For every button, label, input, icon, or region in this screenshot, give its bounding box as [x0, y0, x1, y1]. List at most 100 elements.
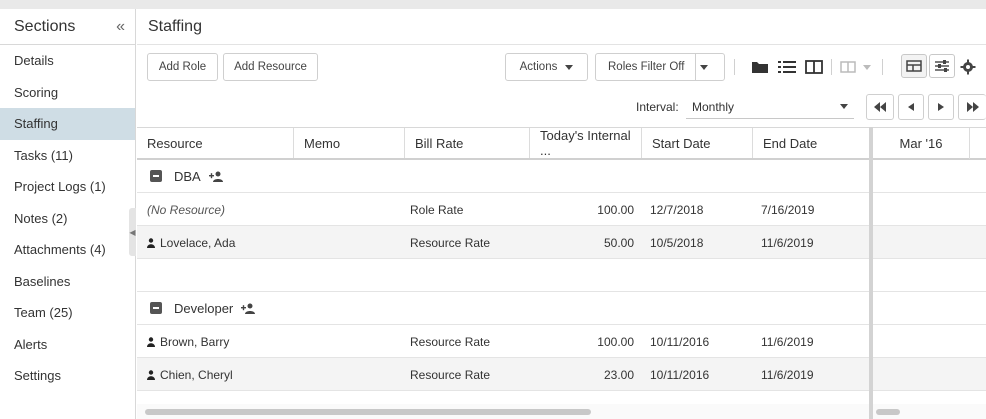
staffing-grid: Resource Memo Bill Rate Today's Internal… [137, 127, 986, 419]
settings-sliders-icon[interactable] [929, 54, 955, 78]
start-date-cell: 10/5/2018 [650, 235, 704, 250]
layout-toggle-icon[interactable] [901, 54, 927, 78]
interval-select[interactable]: Monthly [686, 95, 854, 119]
start-date-cell: 12/7/2018 [650, 202, 704, 217]
page-title: Staffing [137, 9, 986, 45]
internal-rate-cell: 100.00 [597, 202, 634, 217]
sidebar-item-alerts[interactable]: Alerts [0, 329, 135, 361]
sidebar-item-tasks[interactable]: Tasks (11) [0, 140, 135, 172]
split-view-icon[interactable] [801, 55, 827, 79]
timeline-row [873, 226, 986, 259]
end-date-cell: 11/6/2019 [761, 235, 814, 250]
column-header-resource[interactable]: Resource [137, 128, 294, 158]
internal-rate-cell: 50.00 [603, 235, 634, 250]
sidebar-item-project-logs[interactable]: Project Logs (1) [0, 171, 135, 203]
columns-icon[interactable] [835, 55, 861, 79]
sidebar-item-settings[interactable]: Settings [0, 360, 135, 392]
roles-filter-dropdown[interactable]: Roles Filter Off [595, 53, 725, 81]
list-view-icon[interactable] [774, 55, 800, 79]
timeline-row [873, 259, 986, 292]
sidebar-item-notes[interactable]: Notes (2) [0, 203, 135, 235]
sidebar-resize-handle[interactable]: ◀ [129, 208, 136, 256]
group-row-dba[interactable]: DBA [137, 160, 869, 193]
start-date-cell: 10/11/2016 [650, 334, 710, 349]
resource-cell: Lovelace, Ada [147, 226, 235, 259]
sidebar-header: Sections « [0, 9, 135, 45]
grid-horizontal-scrollbar[interactable] [137, 404, 869, 419]
column-header-internal-rate[interactable]: Today's Internal ... [530, 128, 642, 158]
column-header-end-date[interactable]: End Date [753, 128, 869, 158]
sidebar-item-details[interactable]: Details [0, 45, 135, 77]
gear-icon[interactable] [957, 55, 979, 79]
sidebar-item-team[interactable]: Team (25) [0, 297, 135, 329]
sidebar-item-attachments[interactable]: Attachments (4) [0, 234, 135, 266]
resource-cell: Brown, Barry [147, 325, 229, 358]
sidebar-item-staffing[interactable]: Staffing [0, 108, 135, 140]
bill-rate-cell: Resource Rate [410, 334, 491, 349]
chevron-down-icon [840, 104, 848, 109]
columns-dropdown-icon[interactable] [859, 55, 875, 79]
person-icon [147, 237, 155, 248]
empty-row [137, 259, 869, 292]
folder-view-icon[interactable] [747, 55, 773, 79]
add-role-button[interactable]: Add Role [147, 53, 218, 81]
dropdown-divider [695, 54, 696, 80]
column-header-memo[interactable]: Memo [294, 128, 405, 158]
table-row[interactable]: Chien, Cheryl Resource Rate 23.00 10/11/… [137, 358, 869, 391]
column-header-start-date[interactable]: Start Date [642, 128, 753, 158]
sidebar-item-scoring[interactable]: Scoring [0, 77, 135, 109]
collapse-group-icon[interactable] [150, 170, 162, 182]
person-icon [147, 369, 155, 380]
scrollbar-thumb[interactable] [145, 409, 591, 415]
column-header-bill-rate[interactable]: Bill Rate [405, 128, 530, 158]
sections-sidebar: Sections « Details Scoring Staffing Task… [0, 9, 136, 419]
actions-label: Actions [519, 61, 558, 73]
end-date-cell: 11/6/2019 [761, 367, 814, 382]
sidebar-item-baselines[interactable]: Baselines [0, 266, 135, 298]
interval-value: Monthly [692, 99, 735, 114]
bill-rate-cell: Role Rate [410, 202, 464, 217]
chevron-down-icon [700, 65, 708, 70]
toolbar-divider [734, 59, 735, 75]
group-row-developer[interactable]: Developer [137, 292, 869, 325]
last-period-button[interactable] [958, 94, 986, 120]
timeline-horizontal-scrollbar[interactable] [873, 404, 986, 419]
toolbar-divider [882, 59, 883, 75]
bill-rate-cell: Resource Rate [410, 235, 491, 250]
actions-dropdown[interactable]: Actions [505, 53, 588, 81]
resource-name: Brown, Barry [160, 334, 230, 349]
previous-period-button[interactable] [898, 94, 924, 120]
chevron-down-icon [863, 64, 871, 70]
timeline-row [873, 193, 986, 226]
collapse-group-icon[interactable] [150, 302, 162, 314]
chevron-down-icon [565, 64, 574, 70]
resource-cell: (No Resource) [147, 202, 226, 217]
table-row[interactable]: Lovelace, Ada Resource Rate 50.00 10/5/2… [137, 226, 869, 259]
next-period-button[interactable] [928, 94, 954, 120]
table-row[interactable]: Brown, Barry Resource Rate 100.00 10/11/… [137, 325, 869, 358]
timeline-pane: Mar '16 [873, 127, 986, 419]
first-period-button[interactable] [866, 94, 894, 120]
collapse-sidebar-icon[interactable]: « [116, 18, 125, 36]
roles-filter-label: Roles Filter Off [608, 61, 685, 73]
table-row[interactable]: (No Resource) Role Rate 100.00 12/7/2018… [137, 193, 869, 226]
toolbar-divider [831, 59, 832, 75]
internal-rate-cell: 100.00 [597, 334, 634, 349]
timeline-row [873, 325, 986, 358]
add-resource-button[interactable]: Add Resource [223, 53, 318, 81]
add-user-icon[interactable] [208, 171, 223, 182]
scrollbar-thumb[interactable] [876, 409, 900, 415]
resource-name: Lovelace, Ada [160, 235, 236, 250]
interval-label: Interval: [636, 100, 679, 114]
top-strip [0, 0, 986, 9]
timeline-row [873, 292, 986, 325]
resource-name: Chien, Cheryl [160, 367, 233, 382]
person-icon [147, 336, 155, 347]
timeline-row [873, 160, 986, 193]
start-date-cell: 10/11/2016 [650, 367, 710, 382]
add-user-icon[interactable] [241, 303, 256, 314]
timeline-month: Mar '16 [873, 128, 970, 159]
resource-cell: Chien, Cheryl [147, 358, 233, 391]
end-date-cell: 7/16/2019 [761, 202, 815, 217]
partial-table-row [137, 391, 869, 404]
